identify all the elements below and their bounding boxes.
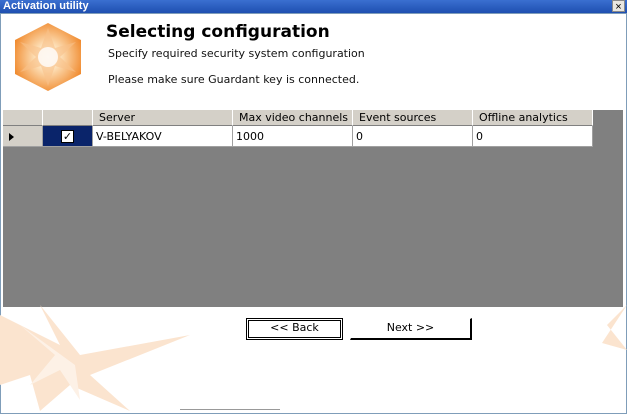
column-header-server[interactable]: Server bbox=[93, 110, 233, 126]
column-header-offline-analytics[interactable]: Offline analytics bbox=[473, 110, 593, 126]
row-pointer-icon bbox=[9, 133, 14, 141]
decorative-star-corner-graphic bbox=[602, 305, 627, 350]
configuration-grid[interactable]: Server Max video channels Event sources … bbox=[3, 110, 623, 307]
title-bar: Activation utility × bbox=[0, 0, 627, 13]
column-header-rowmarker bbox=[3, 110, 43, 126]
page-subtitle: Specify required security system configu… bbox=[108, 47, 365, 60]
cell-offline-analytics[interactable]: 0 bbox=[473, 126, 593, 147]
page-title: Selecting configuration bbox=[106, 22, 330, 42]
bottom-divider bbox=[180, 409, 280, 415]
column-header-max-video-channels[interactable]: Max video channels bbox=[233, 110, 353, 126]
next-button[interactable]: Next >> bbox=[350, 318, 472, 340]
cell-max-video-channels[interactable]: 1000 bbox=[233, 126, 353, 147]
column-header-check[interactable] bbox=[43, 110, 93, 126]
table-row[interactable]: ✓ V-BELYAKOV 1000 0 0 bbox=[3, 126, 593, 147]
row-check-cell[interactable]: ✓ bbox=[43, 126, 93, 147]
column-header-event-sources[interactable]: Event sources bbox=[353, 110, 473, 126]
server-checkbox[interactable]: ✓ bbox=[61, 130, 74, 143]
window-title: Activation utility bbox=[3, 0, 89, 12]
decorative-star-graphic bbox=[0, 305, 190, 411]
row-selector[interactable] bbox=[3, 126, 43, 147]
close-button[interactable]: × bbox=[612, 0, 625, 13]
guardant-notice: Please make sure Guardant key is connect… bbox=[108, 73, 360, 86]
cell-server[interactable]: V-BELYAKOV bbox=[93, 126, 233, 147]
back-button[interactable]: << Back bbox=[246, 318, 343, 340]
orange-star-logo-icon bbox=[15, 23, 81, 91]
grid-header: Server Max video channels Event sources … bbox=[3, 110, 593, 126]
cell-event-sources[interactable]: 0 bbox=[353, 126, 473, 147]
